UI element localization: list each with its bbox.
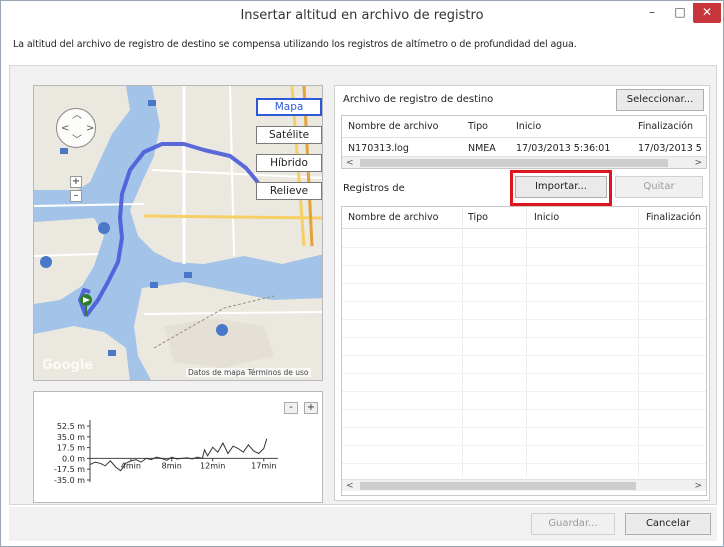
sources-horizontal-scrollbar[interactable]: < > xyxy=(342,479,706,491)
save-button[interactable]: Guardar... xyxy=(531,513,615,535)
title-bar: Insertar altitud en archivo de registro … xyxy=(1,1,723,31)
x-tick-label: 17min xyxy=(251,461,276,470)
map-attribution[interactable]: Datos de mapa Términos de uso xyxy=(186,368,311,377)
chart-zoom-in-button[interactable]: + xyxy=(304,402,318,414)
row-separator xyxy=(342,337,706,338)
column-header-filename[interactable]: Nombre de archivo xyxy=(348,121,439,132)
row-separator xyxy=(342,409,706,410)
map-type-relieve-button[interactable]: Relieve xyxy=(256,182,322,200)
scroll-thumb[interactable] xyxy=(360,159,668,167)
pan-control[interactable]: ︿ < > ﹀ xyxy=(56,108,96,148)
maximize-button[interactable]: □ xyxy=(665,3,695,23)
row-separator xyxy=(342,301,706,302)
row-separator xyxy=(342,319,706,320)
y-tick-label: 0.0 m xyxy=(62,454,85,463)
target-file-list[interactable]: Nombre de archivo Tipo Inicio Finalizaci… xyxy=(341,115,707,169)
scroll-left-icon[interactable]: < xyxy=(346,158,354,168)
row-separator xyxy=(342,265,706,266)
cell-end: 17/03/2013 5 xyxy=(638,143,702,154)
cell-filename: N170313.log xyxy=(348,143,409,154)
row-separator xyxy=(342,283,706,284)
scroll-right-icon[interactable]: > xyxy=(694,158,702,168)
sources-list-header: Nombre de archivo Tipo Inicio Finalizaci… xyxy=(342,207,706,229)
row-separator xyxy=(342,463,706,464)
column-header-start[interactable]: Inicio xyxy=(534,212,559,223)
close-button[interactable]: ✕ xyxy=(693,3,721,23)
altitude-chart-panel: 52.5 m 35.0 m 17.5 m 0.0 m -17.5 m -35.0 m 4mi… xyxy=(33,391,323,503)
scroll-thumb[interactable] xyxy=(360,482,636,490)
column-header-end[interactable]: Finalización xyxy=(646,212,701,223)
x-tick-label: 8min xyxy=(162,461,182,470)
target-horizontal-scrollbar[interactable]: < > xyxy=(342,156,706,168)
x-tick-label: 12min xyxy=(200,461,225,470)
row-separator xyxy=(342,373,706,374)
row-separator xyxy=(342,355,706,356)
y-tick-label: -17.5 m xyxy=(54,465,85,474)
chart-zoom-out-button[interactable]: - xyxy=(284,402,298,414)
y-tick-label: -35.0 m xyxy=(54,476,85,485)
map-view[interactable]: ︿ < > ﹀ + – Mapa Satélite Híbrido Reliev… xyxy=(33,85,323,381)
pan-right-icon[interactable]: > xyxy=(86,124,94,134)
source-logs-list[interactable]: Nombre de archivo Tipo Inicio Finalizaci… xyxy=(341,206,707,496)
row-separator xyxy=(342,445,706,446)
target-list-header: Nombre de archivo Tipo Inicio Finalizaci… xyxy=(342,116,706,138)
window-title: Insertar altitud en archivo de registro xyxy=(240,8,484,23)
pan-down-icon[interactable]: ﹀ xyxy=(72,136,82,146)
dialog-window: Insertar altitud en archivo de registro … xyxy=(0,0,724,547)
row-separator xyxy=(342,427,706,428)
map-type-satelite-button[interactable]: Satélite xyxy=(256,126,322,144)
cell-type: NMEA xyxy=(468,143,496,154)
altitude-chart: 52.5 m35.0 m17.5 m0.0 m-17.5 m-35.0 m4mi… xyxy=(54,420,278,485)
cancel-button[interactable]: Cancelar xyxy=(625,513,711,535)
column-header-end[interactable]: Finalización xyxy=(638,121,693,132)
pan-up-icon[interactable]: ︿ xyxy=(72,111,82,121)
map-zoom-in-button[interactable]: + xyxy=(70,176,82,188)
column-header-type[interactable]: Tipo xyxy=(468,212,488,223)
select-button[interactable]: Seleccionar... xyxy=(616,89,704,111)
pan-left-icon[interactable]: < xyxy=(61,124,69,134)
row-separator xyxy=(342,391,706,392)
minimize-button[interactable]: – xyxy=(637,3,667,23)
sources-section-label: Registros de xyxy=(343,183,405,194)
y-tick-label: 17.5 m xyxy=(57,444,85,453)
scroll-right-icon[interactable]: > xyxy=(694,481,702,491)
description-text: La altitud del archivo de registro de de… xyxy=(13,39,577,50)
target-section-label: Archivo de registro de destino xyxy=(343,94,494,105)
map-type-mapa-button[interactable]: Mapa xyxy=(256,98,322,116)
map-type-hibrido-button[interactable]: Híbrido xyxy=(256,154,322,172)
map-logo: Google xyxy=(42,358,94,373)
row-separator xyxy=(342,247,706,248)
map-zoom-out-button[interactable]: – xyxy=(70,190,82,202)
column-header-type[interactable]: Tipo xyxy=(468,121,488,132)
remove-button[interactable]: Quitar xyxy=(615,176,703,198)
y-tick-label: 35.0 m xyxy=(57,433,85,442)
column-header-filename[interactable]: Nombre de archivo xyxy=(348,212,439,223)
y-tick-label: 52.5 m xyxy=(57,422,85,431)
scroll-left-icon[interactable]: < xyxy=(346,481,354,491)
import-button-highlight xyxy=(510,170,612,206)
column-header-start[interactable]: Inicio xyxy=(516,121,541,132)
cell-start: 17/03/2013 5:36:01 xyxy=(516,143,611,154)
